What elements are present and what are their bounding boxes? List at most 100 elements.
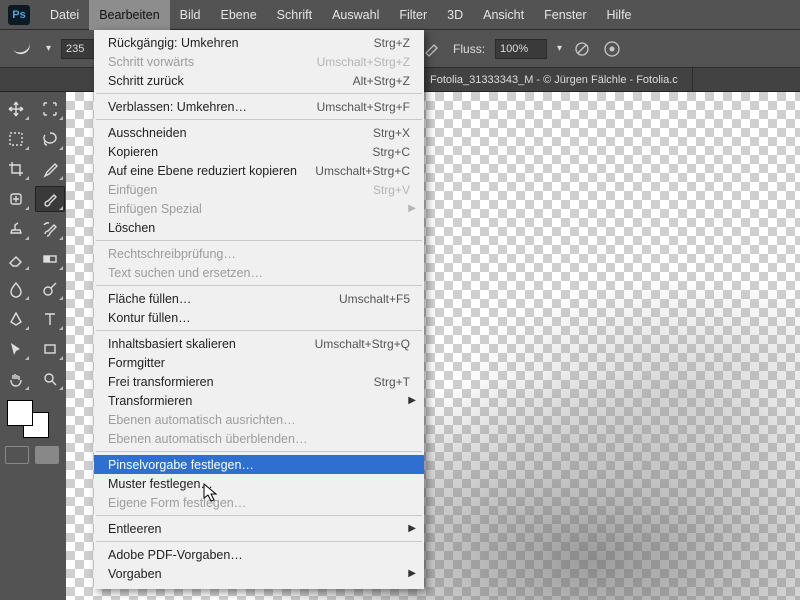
eraser-tool[interactable] (1, 246, 31, 272)
menu-separator (96, 93, 422, 94)
menu-datei[interactable]: Datei (40, 0, 89, 30)
flow-field[interactable]: 100% (495, 39, 547, 59)
tablet-pressure-opacity-icon[interactable] (572, 39, 592, 59)
marquee-tool[interactable] (1, 126, 31, 152)
menu-item-shortcut: Strg+V (363, 183, 410, 197)
menu-item[interactable]: Adobe PDF-Vorgaben… (94, 545, 424, 564)
menu-bearbeiten[interactable]: Bearbeiten (89, 0, 169, 30)
zoom-tool[interactable] (35, 366, 65, 392)
edit-menu-dropdown: Rückgängig: UmkehrenStrg+ZSchritt vorwär… (94, 30, 424, 589)
tablet-pressure-size-icon[interactable] (602, 39, 622, 59)
clone-stamp-tool[interactable] (1, 216, 31, 242)
menu-filter[interactable]: Filter (389, 0, 437, 30)
menu-item[interactable]: Frei transformierenStrg+T (94, 372, 424, 391)
artboard-tool[interactable] (35, 96, 65, 122)
history-brush-tool[interactable] (35, 216, 65, 242)
menu-item-label: Kontur füllen… (108, 311, 410, 325)
brush-tool[interactable] (35, 186, 65, 212)
menu-hilfe[interactable]: Hilfe (597, 0, 642, 30)
current-tool-icon[interactable] (8, 37, 36, 61)
healing-brush-tool[interactable] (1, 186, 31, 212)
type-tool[interactable] (35, 306, 65, 332)
menu-separator (96, 119, 422, 120)
menu-ansicht[interactable]: Ansicht (473, 0, 534, 30)
menu-item: EinfügenStrg+V (94, 180, 424, 199)
menu-item[interactable]: Formgitter (94, 353, 424, 372)
menu-item[interactable]: Fläche füllen…Umschalt+F5 (94, 289, 424, 308)
menu-item-shortcut: Strg+T (364, 375, 410, 389)
menu-item[interactable]: Muster festlegen… (94, 474, 424, 493)
menu-schrift[interactable]: Schrift (267, 0, 322, 30)
lasso-tool[interactable] (35, 126, 65, 152)
gradient-tool[interactable] (35, 246, 65, 272)
menu-item-shortcut: Strg+Z (364, 36, 410, 50)
submenu-arrow-icon: ▶ (408, 203, 416, 214)
submenu-arrow-icon: ▶ (408, 523, 416, 534)
menu-item-shortcut: Umschalt+Strg+Z (307, 55, 410, 69)
chevron-down-icon[interactable]: ▾ (557, 43, 562, 54)
menu-item-shortcut: Alt+Strg+Z (343, 74, 410, 88)
menu-item[interactable]: Löschen (94, 218, 424, 237)
menu-item-label: Fläche füllen… (108, 292, 329, 306)
menu-item[interactable]: Vorgaben▶ (94, 564, 424, 583)
menu-bild[interactable]: Bild (170, 0, 211, 30)
menu-item-label: Adobe PDF-Vorgaben… (108, 548, 410, 562)
menu-item[interactable]: AusschneidenStrg+X (94, 123, 424, 142)
menu-item-label: Kopieren (108, 145, 362, 159)
document-tab[interactable]: Fotolia_31333343_M - © Jürgen Fälchle - … (416, 68, 693, 91)
menu-item-label: Pinselvorgabe festlegen… (108, 458, 410, 472)
menu-separator (96, 285, 422, 286)
menu-item-label: Rückgängig: Umkehren (108, 36, 364, 50)
menu-item-label: Ebenen automatisch überblenden… (108, 432, 410, 446)
quickmask-toggle[interactable] (1, 444, 65, 466)
eyedropper-tool[interactable] (35, 156, 65, 182)
menu-item-shortcut: Umschalt+F5 (329, 292, 410, 306)
menu-fenster[interactable]: Fenster (534, 0, 596, 30)
menu-item-label: Auf eine Ebene reduziert kopieren (108, 164, 305, 178)
rectangle-tool[interactable] (35, 336, 65, 362)
menu-item: Ebenen automatisch überblenden… (94, 429, 424, 448)
menu-item-label: Einfügen (108, 183, 363, 197)
tab-label: Fotolia_31333343_M - © Jürgen Fälchle - … (430, 74, 678, 86)
menu-item[interactable]: Entleeren▶ (94, 519, 424, 538)
menu-item[interactable]: Transformieren▶ (94, 391, 424, 410)
menu-item-shortcut: Umschalt+Strg+C (305, 164, 410, 178)
menu-item: Eigene Form festlegen… (94, 493, 424, 512)
menu-item[interactable]: Kontur füllen… (94, 308, 424, 327)
menu-item-label: Transformieren (108, 394, 410, 408)
menu-item[interactable]: KopierenStrg+C (94, 142, 424, 161)
menu-item[interactable]: Verblassen: Umkehren…Umschalt+Strg+F (94, 97, 424, 116)
menu-item[interactable]: Inhaltsbasiert skalierenUmschalt+Strg+Q (94, 334, 424, 353)
flow-label: Fluss: (453, 42, 485, 56)
menu-item[interactable]: Pinselvorgabe festlegen… (94, 455, 424, 474)
blur-tool[interactable] (1, 276, 31, 302)
crop-tool[interactable] (1, 156, 31, 182)
hand-tool[interactable] (1, 366, 31, 392)
menu-item: Schritt vorwärtsUmschalt+Strg+Z (94, 52, 424, 71)
menu-item-label: Vorgaben (108, 567, 410, 581)
menu-3d[interactable]: 3D (437, 0, 473, 30)
menu-item[interactable]: Rückgängig: UmkehrenStrg+Z (94, 33, 424, 52)
menu-item-label: Löschen (108, 221, 410, 235)
menu-ebene[interactable]: Ebene (211, 0, 267, 30)
airbrush-icon[interactable] (423, 39, 443, 59)
menu-separator (96, 330, 422, 331)
menu-item[interactable]: Auf eine Ebene reduziert kopierenUmschal… (94, 161, 424, 180)
dodge-tool[interactable] (35, 276, 65, 302)
color-swatches[interactable] (1, 396, 65, 440)
menu-item-shortcut: Umschalt+Strg+Q (305, 337, 410, 351)
submenu-arrow-icon: ▶ (408, 395, 416, 406)
menu-separator (96, 240, 422, 241)
menu-item-label: Schritt zurück (108, 74, 343, 88)
menu-item: Text suchen und ersetzen… (94, 263, 424, 282)
menu-separator (96, 451, 422, 452)
menu-item-label: Einfügen Spezial (108, 202, 410, 216)
menu-item[interactable]: Schritt zurückAlt+Strg+Z (94, 71, 424, 90)
submenu-arrow-icon: ▶ (408, 568, 416, 579)
menu-item-label: Rechtschreibprüfung… (108, 247, 410, 261)
path-select-tool[interactable] (1, 336, 31, 362)
menu-auswahl[interactable]: Auswahl (322, 0, 389, 30)
move-tool[interactable] (1, 96, 31, 122)
chevron-down-icon[interactable]: ▾ (46, 43, 51, 54)
pen-tool[interactable] (1, 306, 31, 332)
